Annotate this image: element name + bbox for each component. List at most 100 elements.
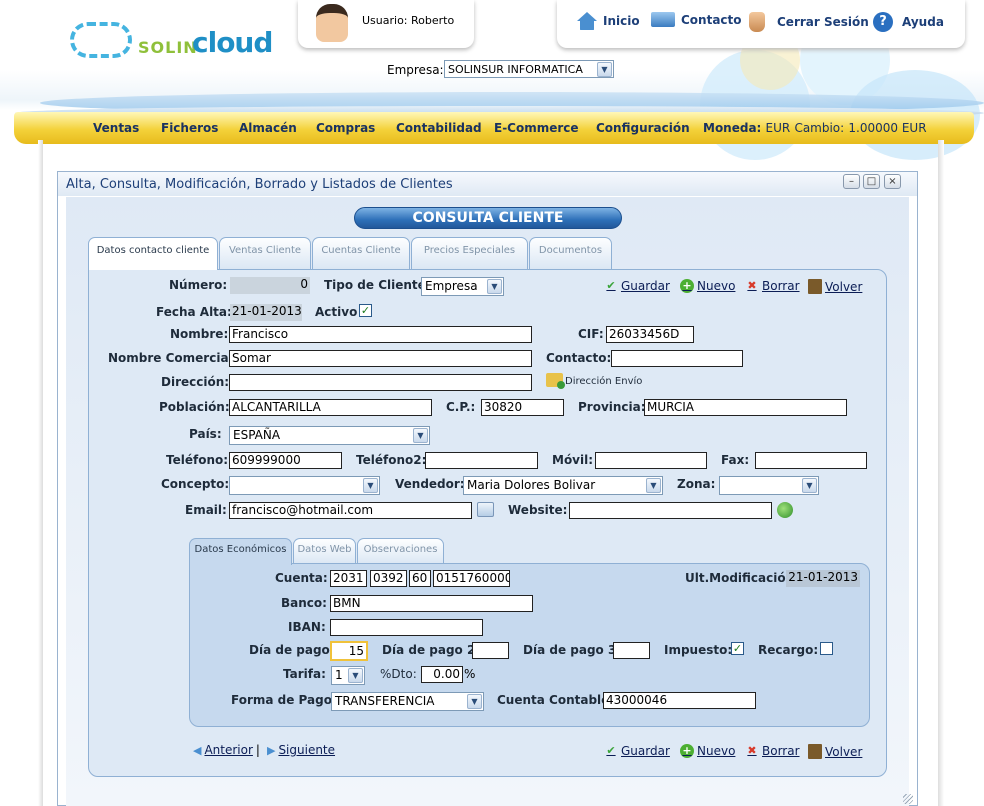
cuenta-entidad-field[interactable]: 2031 bbox=[330, 570, 367, 587]
direccion-field[interactable] bbox=[229, 374, 532, 391]
add-icon: + bbox=[680, 744, 694, 758]
vendedor-select[interactable]: Maria Dolores Bolivar ▼ bbox=[463, 476, 663, 495]
tab-datos-web[interactable]: Datos Web bbox=[293, 538, 356, 564]
volver-button-bottom[interactable]: Volver bbox=[808, 744, 862, 759]
dto-field[interactable]: 0.00 bbox=[421, 666, 463, 683]
minimize-button[interactable]: – bbox=[843, 174, 860, 189]
empresa-select[interactable]: SOLINSUR INFORMATICA ▼ bbox=[444, 60, 614, 78]
cuenta-numero-field[interactable]: 0151760000 bbox=[433, 570, 510, 587]
poblacion-field[interactable]: ALCANTARILLA bbox=[229, 399, 432, 416]
tab-documentos[interactable]: Documentos bbox=[529, 237, 612, 269]
nav-ayuda[interactable]: ? Ayuda bbox=[873, 12, 944, 32]
open-website-icon[interactable] bbox=[777, 502, 793, 518]
tab-cuentas-cliente[interactable]: Cuentas Cliente bbox=[312, 237, 410, 269]
nav-contacto[interactable]: Contacto bbox=[651, 12, 742, 27]
nuevo-button-bottom[interactable]: + Nuevo bbox=[680, 744, 735, 758]
borrar-button-bottom[interactable]: ✖ Borrar bbox=[745, 744, 799, 758]
menu-ventas[interactable]: Ventas bbox=[93, 121, 139, 135]
concepto-select[interactable]: ▼ bbox=[229, 476, 380, 495]
menu-configuracion[interactable]: Configuración bbox=[596, 121, 690, 135]
nuevo-button[interactable]: + Nuevo bbox=[680, 279, 735, 293]
mail-icon bbox=[651, 12, 675, 27]
cuenta-oficina-field[interactable]: 0392 bbox=[370, 570, 407, 587]
nombre-comercial-field[interactable]: Somar bbox=[229, 350, 532, 367]
dia-pago-field[interactable]: 15 bbox=[330, 641, 368, 661]
chevron-down-icon: ▼ bbox=[646, 478, 661, 493]
email-field[interactable]: francisco@hotmail.com bbox=[229, 502, 472, 519]
cif-field[interactable]: 26033456D bbox=[606, 326, 694, 343]
dia-pago2-field[interactable] bbox=[472, 642, 509, 659]
telefono-field[interactable]: 609999000 bbox=[229, 452, 342, 469]
dia-pago2-label: Día de pago 2: bbox=[382, 643, 481, 657]
tab-datos-contacto[interactable]: Datos contacto cliente bbox=[88, 237, 218, 270]
fax-field[interactable] bbox=[755, 452, 867, 469]
guardar-button[interactable]: ✔ Guardar bbox=[604, 279, 670, 293]
nav-ayuda-label: Ayuda bbox=[902, 15, 944, 29]
direccion-envio-link[interactable]: Dirección Envío bbox=[546, 373, 642, 389]
tarifa-select[interactable]: 1 ▼ bbox=[331, 666, 365, 685]
recargo-checkbox[interactable] bbox=[820, 642, 833, 655]
nav-inicio-label: Inicio bbox=[603, 14, 640, 28]
menu-compras[interactable]: Compras bbox=[316, 121, 375, 135]
dia-pago3-field[interactable] bbox=[613, 642, 650, 659]
user-info: Usuario: Roberto bbox=[362, 14, 454, 27]
forma-pago-label: Forma de Pago: bbox=[231, 693, 337, 707]
close-button[interactable]: × bbox=[884, 174, 901, 189]
activo-checkbox[interactable]: ✓ bbox=[359, 304, 372, 317]
zona-select[interactable]: ▼ bbox=[719, 476, 819, 495]
cuenta-contable-label: Cuenta Contable: bbox=[497, 693, 615, 707]
send-email-icon[interactable] bbox=[477, 502, 494, 517]
telefono2-field[interactable] bbox=[425, 452, 538, 469]
logo-prefix: SOLIN bbox=[138, 38, 198, 57]
cif-label: CIF: bbox=[578, 327, 604, 341]
nav-inicio[interactable]: Inicio bbox=[577, 12, 640, 30]
page-heading: CONSULTA CLIENTE bbox=[354, 207, 622, 229]
website-field[interactable] bbox=[569, 502, 772, 519]
nav-cerrar-sesion-label: Cerrar Sesión bbox=[777, 15, 869, 29]
tab-precios-especiales[interactable]: Precios Especiales bbox=[411, 237, 528, 269]
menu-almacen[interactable]: Almacén bbox=[239, 121, 297, 135]
lock-icon bbox=[749, 12, 765, 32]
contacto-field[interactable] bbox=[611, 350, 743, 367]
forma-pago-value: TRANSFERENCIA bbox=[335, 694, 435, 708]
telefono-label: Teléfono: bbox=[166, 453, 229, 467]
chevron-down-icon: ▼ bbox=[597, 62, 612, 77]
menu-contabilidad[interactable]: Contabilidad bbox=[396, 121, 482, 135]
borrar-button[interactable]: ✖ Borrar bbox=[745, 279, 800, 293]
dto-label: %Dto: bbox=[380, 667, 417, 681]
tab-datos-economicos[interactable]: Datos Económicos bbox=[189, 538, 292, 565]
cp-field[interactable]: 30820 bbox=[481, 399, 564, 416]
volver-button[interactable]: Volver bbox=[808, 279, 862, 294]
volver-label: Volver bbox=[825, 744, 863, 759]
guardar-button-bottom[interactable]: ✔ Guardar bbox=[604, 744, 670, 758]
provincia-field[interactable]: MURCIA bbox=[644, 399, 847, 416]
banco-field[interactable]: BMN bbox=[330, 595, 533, 612]
exit-door-icon bbox=[808, 744, 822, 759]
tab-observaciones[interactable]: Observaciones bbox=[357, 538, 444, 564]
nombre-comercial-label: Nombre Comercial: bbox=[108, 351, 238, 365]
iban-field[interactable] bbox=[330, 619, 483, 636]
borrar-label: Borrar bbox=[762, 279, 800, 293]
forma-pago-select[interactable]: TRANSFERENCIA ▼ bbox=[331, 692, 484, 711]
impuesto-checkbox[interactable]: ✓ bbox=[731, 642, 744, 655]
dia-pago-label: Día de pago: bbox=[249, 643, 335, 657]
check-icon: ✔ bbox=[606, 279, 616, 292]
siguiente-link[interactable]: Siguiente bbox=[278, 743, 335, 757]
maximize-button[interactable]: □ bbox=[863, 174, 880, 189]
cuenta-dc-field[interactable]: 60 bbox=[409, 570, 431, 587]
tab-ventas-cliente[interactable]: Ventas Cliente bbox=[219, 237, 311, 269]
menu-ecommerce[interactable]: E-Commerce bbox=[494, 121, 579, 135]
resize-grip[interactable] bbox=[903, 794, 913, 804]
tipo-cliente-select[interactable]: Empresa ▼ bbox=[421, 277, 504, 296]
moneda-value: EUR bbox=[765, 121, 791, 135]
pais-select[interactable]: ESPAÑA ▼ bbox=[229, 426, 430, 445]
cp-label: C.P.: bbox=[446, 400, 476, 414]
menu-ficheros[interactable]: Ficheros bbox=[161, 121, 218, 135]
nombre-field[interactable]: Francisco bbox=[229, 326, 532, 343]
anterior-link[interactable]: Anterior bbox=[204, 743, 252, 757]
maximize-icon: □ bbox=[866, 176, 877, 187]
nav-cerrar-sesion[interactable]: Cerrar Sesión bbox=[749, 12, 869, 32]
pais-value: ESPAÑA bbox=[233, 428, 281, 442]
movil-field[interactable] bbox=[595, 452, 707, 469]
cuenta-contable-field[interactable]: 43000046 bbox=[603, 692, 756, 709]
